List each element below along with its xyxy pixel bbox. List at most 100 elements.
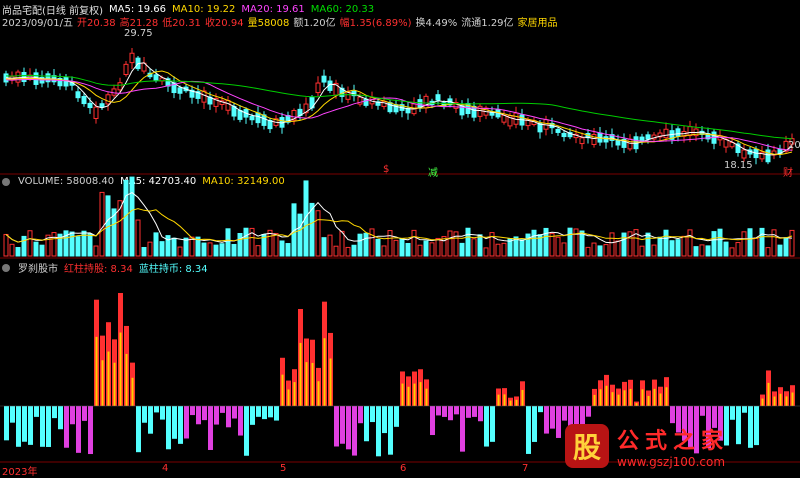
volume-bar <box>405 242 411 257</box>
candle-body <box>687 126 693 137</box>
indicator-yellow-bar <box>95 336 98 406</box>
volume-bar <box>477 234 483 257</box>
indicator-yellow-bar <box>101 360 104 406</box>
indicator-yellow-bar <box>323 338 326 406</box>
volume-bar <box>219 243 225 257</box>
indicator-blue-bar <box>202 406 207 421</box>
indicator-blue-bar <box>526 406 531 454</box>
volume-bar <box>357 233 363 257</box>
indicator-blue-bar <box>742 406 747 413</box>
candle-body <box>501 114 507 123</box>
volume-bar <box>759 227 765 257</box>
volume-bar <box>183 237 189 257</box>
indicator-blue-bar <box>478 406 483 422</box>
volume-bar <box>135 219 141 257</box>
indicator-blue-bar <box>40 406 45 447</box>
indicator-yellow-bar <box>623 390 626 406</box>
volume-bar <box>549 233 555 257</box>
candle-body <box>237 109 243 120</box>
indicator-blue-bar <box>544 406 549 434</box>
volume-bar <box>39 244 45 257</box>
event-label-report[interactable]: 财 <box>783 164 793 179</box>
volume-bar <box>171 237 177 257</box>
indicator-yellow-bar <box>413 383 416 406</box>
indicator-blue-bar <box>340 406 345 444</box>
indicator-yellow-bar <box>659 393 662 406</box>
candle-body <box>579 137 585 145</box>
volume-bar <box>693 246 699 257</box>
indicator-blue-bar <box>142 406 147 423</box>
volume-bar <box>333 245 339 257</box>
indicator-blue-bar <box>148 406 153 434</box>
indicator-blue-bar <box>52 406 57 419</box>
indicator-yellow-bar <box>599 389 602 406</box>
volume-bar <box>99 191 105 257</box>
volume-bar <box>501 242 507 257</box>
indicator-blue-bar <box>58 406 63 430</box>
indicator-yellow-bar <box>611 392 614 406</box>
volume-bar <box>381 245 387 257</box>
volume-bar <box>27 230 33 257</box>
indicator-blue-bar <box>334 406 339 447</box>
candle-body <box>225 99 231 111</box>
indicator-blue-bar <box>454 406 459 415</box>
volume-bar <box>93 245 99 257</box>
indicator-blue-bar <box>46 406 51 447</box>
indicator-blue-bar <box>256 406 261 417</box>
indicator-yellow-bar <box>401 383 404 406</box>
candle-body <box>627 138 633 150</box>
indicator-yellow-bar <box>419 382 422 406</box>
volume-bar <box>375 238 381 257</box>
volume-bar <box>411 229 417 257</box>
indicator-blue-bar <box>190 406 195 416</box>
indicator-blue-bar <box>166 406 171 450</box>
volume-bar <box>669 240 675 257</box>
chart-canvas[interactable] <box>0 0 800 476</box>
candle-body <box>231 106 237 117</box>
indicator-yellow-bar <box>629 388 632 406</box>
indicator-blue-bar <box>484 406 489 447</box>
volume-bar <box>771 229 777 257</box>
indicator-yellow-bar <box>503 394 506 406</box>
indicator-yellow-bar <box>791 392 794 406</box>
watermark: 股 公式之家 www.gszj100.com <box>565 420 795 472</box>
indicator-blue-bar <box>532 406 537 442</box>
indicator-yellow-bar <box>647 395 650 406</box>
indicator-blue-bar <box>490 406 495 442</box>
indicator-yellow-bar <box>497 394 500 406</box>
volume-bar <box>417 244 423 257</box>
indicator-yellow-bar <box>299 342 302 406</box>
volume-bar <box>123 179 129 257</box>
indicator-blue-bar <box>370 406 375 423</box>
candle-body <box>177 87 183 94</box>
indicator-blue-bar <box>244 406 249 456</box>
indicator-yellow-bar <box>311 362 314 406</box>
indicator-blue-bar <box>364 406 369 442</box>
volume-bar <box>345 246 351 257</box>
indicator-blue-bar <box>460 406 465 452</box>
indicator-yellow-bar <box>125 353 128 406</box>
candle-body <box>15 71 21 83</box>
volume-bar <box>651 244 657 257</box>
volume-bar <box>273 233 279 257</box>
candle-body <box>645 134 651 140</box>
indicator-blue-bar <box>562 406 567 421</box>
indicator-yellow-bar <box>773 396 776 406</box>
event-label-reduce[interactable]: 减 <box>428 164 438 179</box>
volume-bar <box>621 232 627 257</box>
volume-bar <box>483 247 489 257</box>
volume-bar <box>3 233 9 257</box>
indicator-yellow-bar <box>131 377 134 406</box>
volume-bar <box>765 247 771 257</box>
event-label-dollar[interactable]: $ <box>383 164 389 175</box>
volume-bar <box>531 229 537 257</box>
indicator-yellow-bar <box>509 400 512 406</box>
indicator-blue-bar <box>700 406 705 416</box>
volume-bar <box>129 176 135 257</box>
indicator-blue-bar <box>172 406 177 439</box>
volume-bar <box>213 244 219 257</box>
indicator-yellow-bar <box>119 332 122 406</box>
volume-bar <box>285 243 291 257</box>
indicator-blue-bar <box>226 406 231 428</box>
indicator-yellow-bar <box>113 362 116 406</box>
